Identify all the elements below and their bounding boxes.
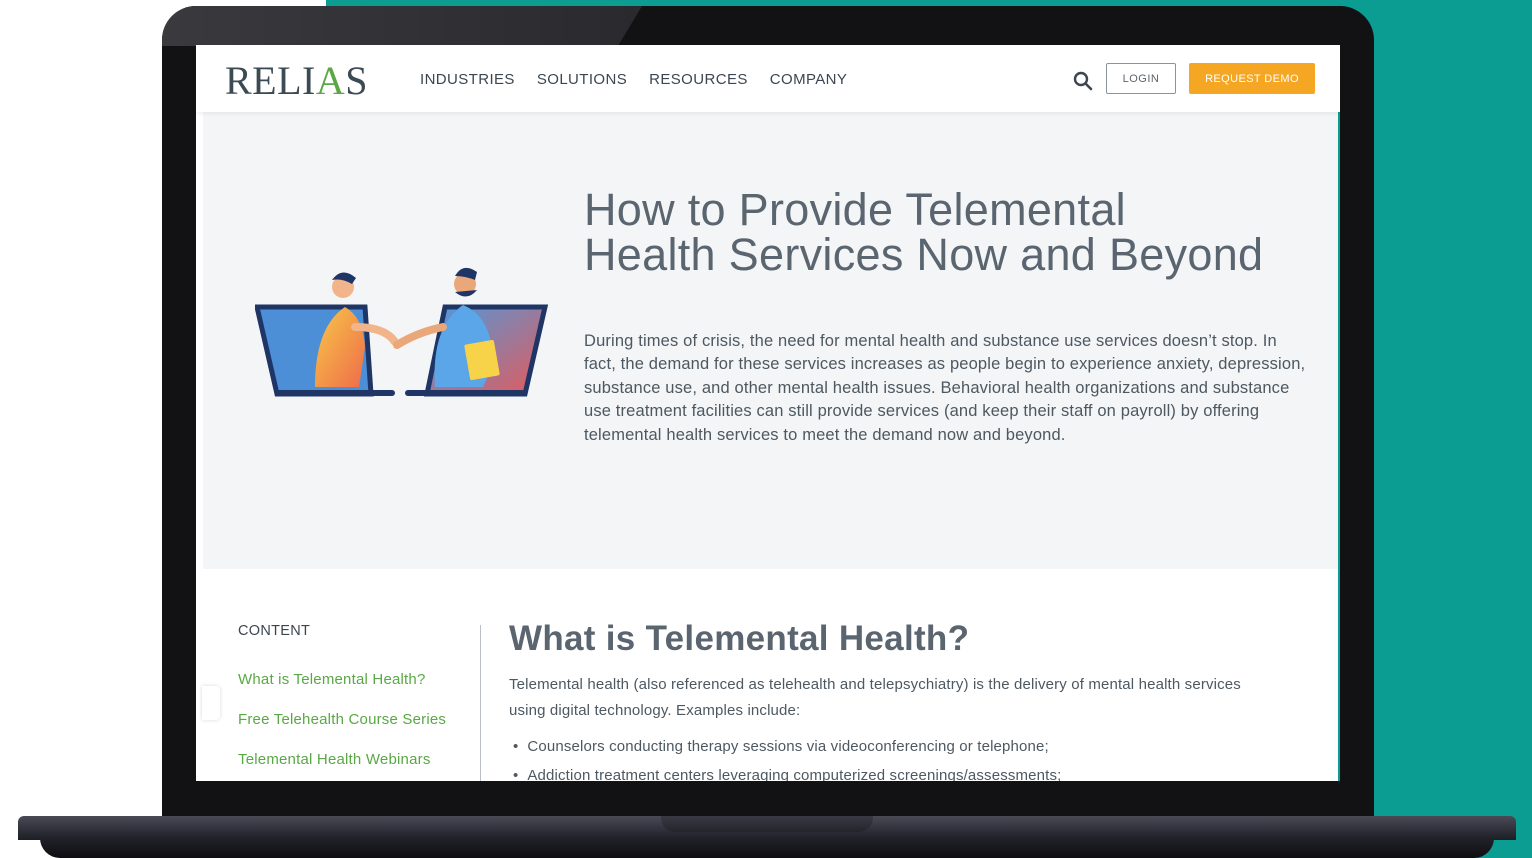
toc-divider — [480, 625, 481, 781]
toc-link-free-telehealth-course-series[interactable]: Free Telehealth Course Series — [238, 711, 446, 728]
toc-link-what-is-telemental-health[interactable]: What is Telemental Health? — [238, 671, 426, 688]
section-intro: Telemental health (also referenced as te… — [509, 676, 1241, 719]
toc-link-telemental-health-webinars[interactable]: Telemental Health Webinars — [238, 751, 431, 768]
hero-title: How to Provide Telemental Health Service… — [584, 184, 1264, 280]
laptop-mockup: RELIAS INDUSTRIES SOLUTIONS RESOURCES CO… — [0, 0, 1532, 858]
nav-industries[interactable]: INDUSTRIES — [420, 71, 515, 88]
laptop-notch — [661, 816, 873, 832]
browser-screen: RELIAS INDUSTRIES SOLUTIONS RESOURCES CO… — [196, 45, 1340, 781]
screen-edge — [1338, 112, 1340, 781]
laptop-base-lower — [40, 838, 1494, 858]
list-item: Counselors conducting therapy sessions v… — [513, 738, 1049, 755]
list-item: Addiction treatment centers leveraging c… — [513, 767, 1061, 781]
hero-section: How to Provide Telemental Health Service… — [203, 112, 1338, 569]
nav-company[interactable]: COMPANY — [770, 71, 848, 88]
nav-resources[interactable]: RESOURCES — [649, 71, 748, 88]
section-title: What is Telemental Health? — [509, 619, 970, 658]
lid-glare — [162, 6, 642, 46]
relias-logo[interactable]: RELIAS — [225, 57, 368, 104]
telehealth-handshake-illustration — [255, 267, 549, 397]
toc-heading: CONTENT — [238, 623, 311, 639]
login-button[interactable]: LOGIN — [1106, 63, 1176, 94]
side-collapse-tab[interactable] — [202, 686, 220, 720]
nav-solutions[interactable]: SOLUTIONS — [537, 71, 627, 88]
request-demo-button[interactable]: REQUEST DEMO — [1189, 63, 1315, 94]
site-header: RELIAS INDUSTRIES SOLUTIONS RESOURCES CO… — [196, 45, 1340, 112]
search-icon[interactable] — [1073, 71, 1093, 91]
hero-description: During times of crisis, the need for men… — [584, 332, 1306, 444]
main-nav: INDUSTRIES SOLUTIONS RESOURCES COMPANY — [420, 71, 869, 88]
